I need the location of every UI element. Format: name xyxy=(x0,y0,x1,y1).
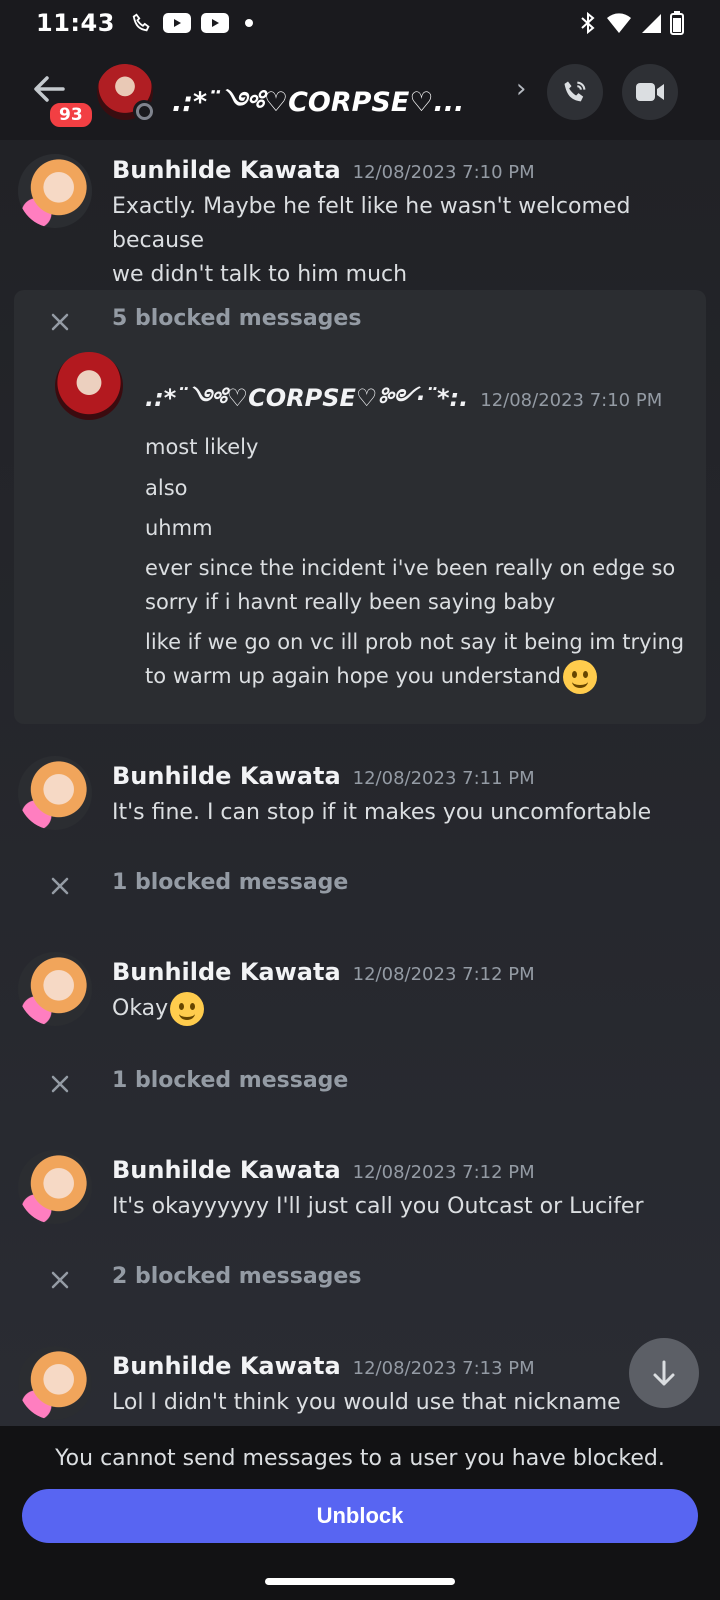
blocked-messages-row[interactable]: 1 blocked message xyxy=(0,868,720,908)
message-timestamp: 12/08/2023 7:12 PM xyxy=(352,964,535,985)
message-body: like if we go on vc ill prob not say it … xyxy=(145,625,685,694)
message-timestamp: 12/08/2023 7:13 PM xyxy=(352,1358,535,1379)
status-bar: 11:43 xyxy=(0,0,720,46)
blocked-messages-row[interactable]: 1 blocked message xyxy=(0,1066,720,1106)
slight-smile-emoji-icon xyxy=(562,660,597,694)
message-timestamp: 12/08/2023 7:12 PM xyxy=(352,1162,535,1183)
message-author[interactable]: Bunhilde Kawata xyxy=(112,156,341,184)
close-icon[interactable] xyxy=(48,310,72,334)
unblock-button[interactable]: Unblock xyxy=(22,1489,698,1543)
offline-status-icon xyxy=(133,100,155,122)
blocked-messages-row[interactable]: 2 blocked messages xyxy=(0,1262,720,1302)
status-time: 11:43 xyxy=(36,9,115,37)
message-body: Okay xyxy=(112,992,702,1026)
close-icon[interactable] xyxy=(48,874,72,898)
blocked-messages-label[interactable]: 5 blocked messages xyxy=(112,306,361,331)
message-author[interactable]: Bunhilde Kawata xyxy=(112,1156,341,1184)
video-call-button[interactable] xyxy=(622,64,678,120)
close-icon[interactable] xyxy=(48,1072,72,1096)
slight-smile-emoji-icon xyxy=(170,992,205,1026)
message-body: ever since the incident i've been really… xyxy=(145,556,676,614)
message-body: uhmm xyxy=(145,516,213,540)
home-indicator[interactable] xyxy=(265,1578,455,1585)
blocked-notice: You cannot send messages to a user you h… xyxy=(55,1446,665,1471)
chat-header: 93 .:*¨༺♡CORPSE♡... › xyxy=(0,46,720,140)
message-body: most likely xyxy=(145,435,259,459)
page-title[interactable]: .:*¨༺♡CORPSE♡... xyxy=(172,72,464,148)
wifi-icon xyxy=(607,13,631,33)
message-author[interactable]: Bunhilde Kawata xyxy=(112,958,341,986)
blocked-messages-label[interactable]: 1 blocked message xyxy=(112,1068,348,1093)
message-author[interactable]: Bunhilde Kawata xyxy=(112,1352,341,1380)
avatar[interactable] xyxy=(18,154,92,228)
phone-call-icon xyxy=(132,13,150,32)
notification-dot-icon xyxy=(244,19,253,27)
bluetooth-icon xyxy=(581,11,595,35)
video-camera-icon xyxy=(636,83,664,101)
battery-icon xyxy=(670,11,684,35)
message-body: Exactly. Maybe he felt like he wasn't we… xyxy=(112,194,631,287)
jump-to-present-button[interactable] xyxy=(629,1338,699,1408)
message-author[interactable]: .:*¨༺♡CORPSE♡༻·¨*:. xyxy=(145,384,468,412)
chevron-right-icon[interactable]: › xyxy=(516,74,526,104)
message-body: It's okayyyyyy I'll just call you Outcas… xyxy=(112,1194,644,1219)
youtube-icon xyxy=(162,13,191,33)
signal-icon xyxy=(642,14,661,33)
close-icon[interactable] xyxy=(48,1268,72,1292)
message-body: Lol I didn't think you would use that ni… xyxy=(112,1390,621,1415)
avatar[interactable] xyxy=(18,1150,92,1224)
blocked-messages-label[interactable]: 1 blocked message xyxy=(112,870,348,895)
arrow-down-icon xyxy=(653,1360,675,1386)
avatar[interactable] xyxy=(18,952,92,1026)
voice-call-button[interactable] xyxy=(547,64,603,120)
message-timestamp: 12/08/2023 7:10 PM xyxy=(480,390,663,411)
message-body: It's fine. I can stop if it makes you un… xyxy=(112,800,652,825)
message-timestamp: 12/08/2023 7:11 PM xyxy=(352,768,535,789)
blocked-messages-label[interactable]: 2 blocked messages xyxy=(112,1264,361,1289)
blocked-messages-group: 5 blocked messages .:*¨༺♡CORPSE♡༻·¨*:. 12… xyxy=(14,290,706,724)
unread-badge: 93 xyxy=(47,100,95,130)
phone-call-icon xyxy=(564,81,586,102)
blocked-footer: You cannot send messages to a user you h… xyxy=(0,1426,720,1600)
avatar[interactable] xyxy=(55,352,123,420)
message-body: also xyxy=(145,476,188,500)
message-list[interactable]: Bunhilde Kawata 12/08/2023 7:10 PM Exactl… xyxy=(0,140,720,1426)
youtube-icon xyxy=(200,13,229,33)
message-author[interactable]: Bunhilde Kawata xyxy=(112,762,341,790)
message-timestamp: 12/08/2023 7:10 PM xyxy=(352,162,535,183)
avatar[interactable] xyxy=(18,756,92,830)
avatar[interactable] xyxy=(18,1346,92,1420)
